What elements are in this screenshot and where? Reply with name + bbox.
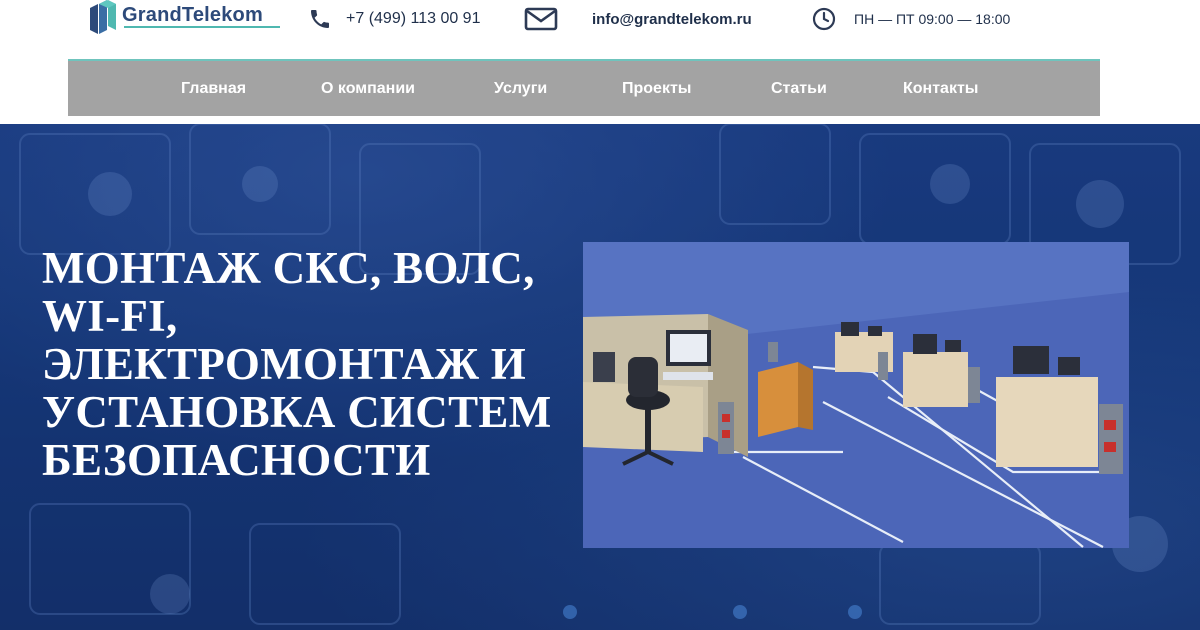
logo-mark-icon xyxy=(90,0,116,34)
header-email[interactable]: info@grandtelekom.ru xyxy=(524,4,752,34)
header-hours: ПН — ПТ 09:00 — 18:00 xyxy=(812,4,1010,34)
header-phone[interactable]: +7 (499) 113 00 91 xyxy=(308,4,480,34)
logo[interactable]: GrandTelekom xyxy=(88,0,280,36)
nav-item-about[interactable]: О компании xyxy=(321,61,415,116)
email-address: info@grandtelekom.ru xyxy=(592,10,752,28)
logo-underline xyxy=(124,26,280,28)
main-navigation: Главная О компании Услуги Проекты Статьи… xyxy=(68,61,1100,116)
nav-item-home[interactable]: Главная xyxy=(181,61,246,116)
hero-title: МОНТАЖ СКС, ВОЛС, WI-FI, ЭЛЕКТРОМОНТАЖ И… xyxy=(42,243,552,485)
hero-banner: МОНТАЖ СКС, ВОЛС, WI-FI, ЭЛЕКТРОМОНТАЖ И… xyxy=(0,124,1200,630)
mail-icon xyxy=(524,6,558,32)
nav-item-contacts[interactable]: Контакты xyxy=(903,61,978,116)
phone-number: +7 (499) 113 00 91 xyxy=(346,10,481,27)
phone-icon xyxy=(308,7,332,31)
nav-item-projects[interactable]: Проекты xyxy=(622,61,691,116)
nav-item-articles[interactable]: Статьи xyxy=(771,61,827,116)
office-network-illustration xyxy=(583,242,1129,548)
clock-icon xyxy=(812,7,836,31)
working-hours: ПН — ПТ 09:00 — 18:00 xyxy=(854,11,1011,27)
brand-name: GrandTelekom xyxy=(122,3,263,26)
site-header: GrandTelekom +7 (499) 113 00 91 info@gra… xyxy=(0,0,1200,124)
nav-item-services[interactable]: Услуги xyxy=(494,61,547,116)
